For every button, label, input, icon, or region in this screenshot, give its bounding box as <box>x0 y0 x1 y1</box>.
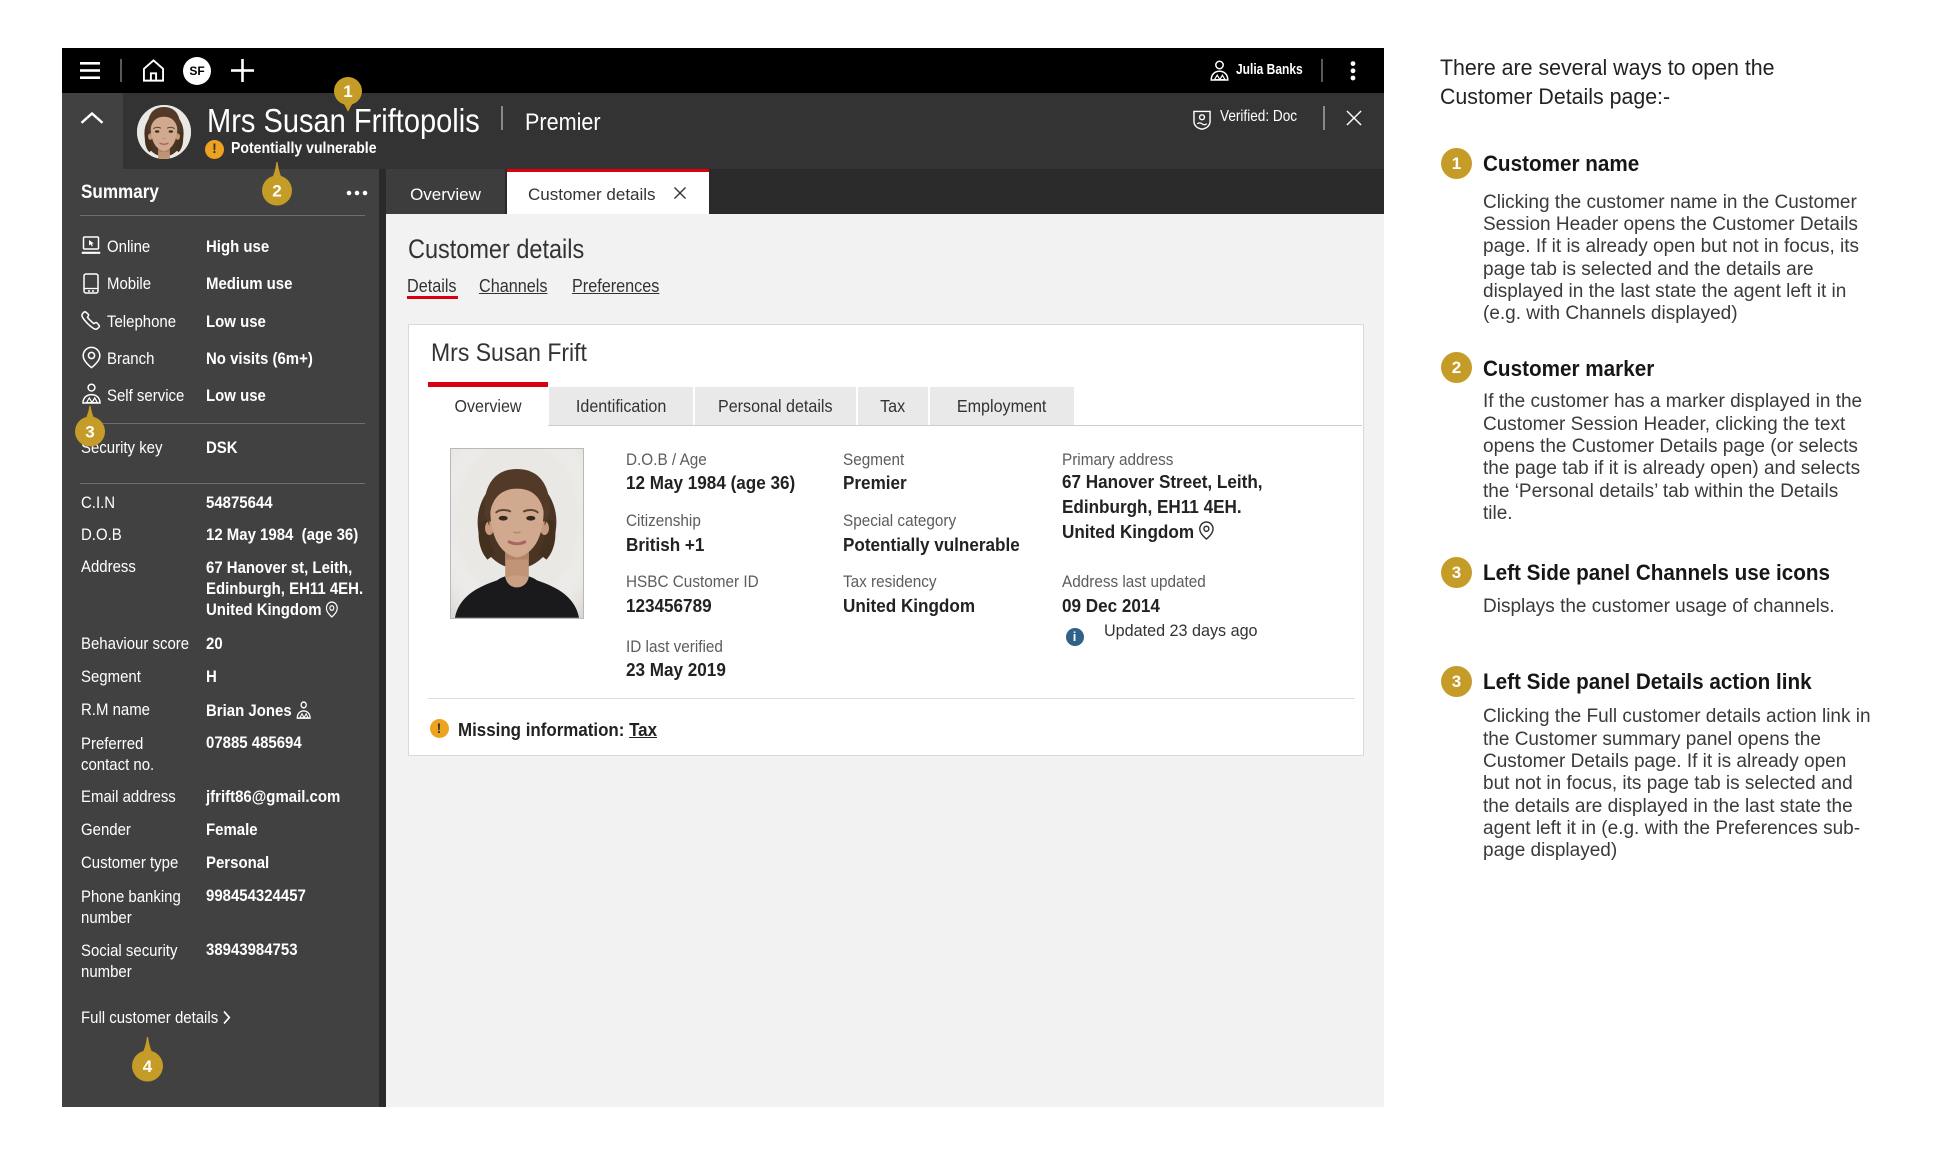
svg-text:4: 4 <box>143 1057 153 1076</box>
svg-text:3: 3 <box>85 423 94 442</box>
svg-text:2: 2 <box>272 182 281 201</box>
svg-text:1: 1 <box>343 82 352 101</box>
